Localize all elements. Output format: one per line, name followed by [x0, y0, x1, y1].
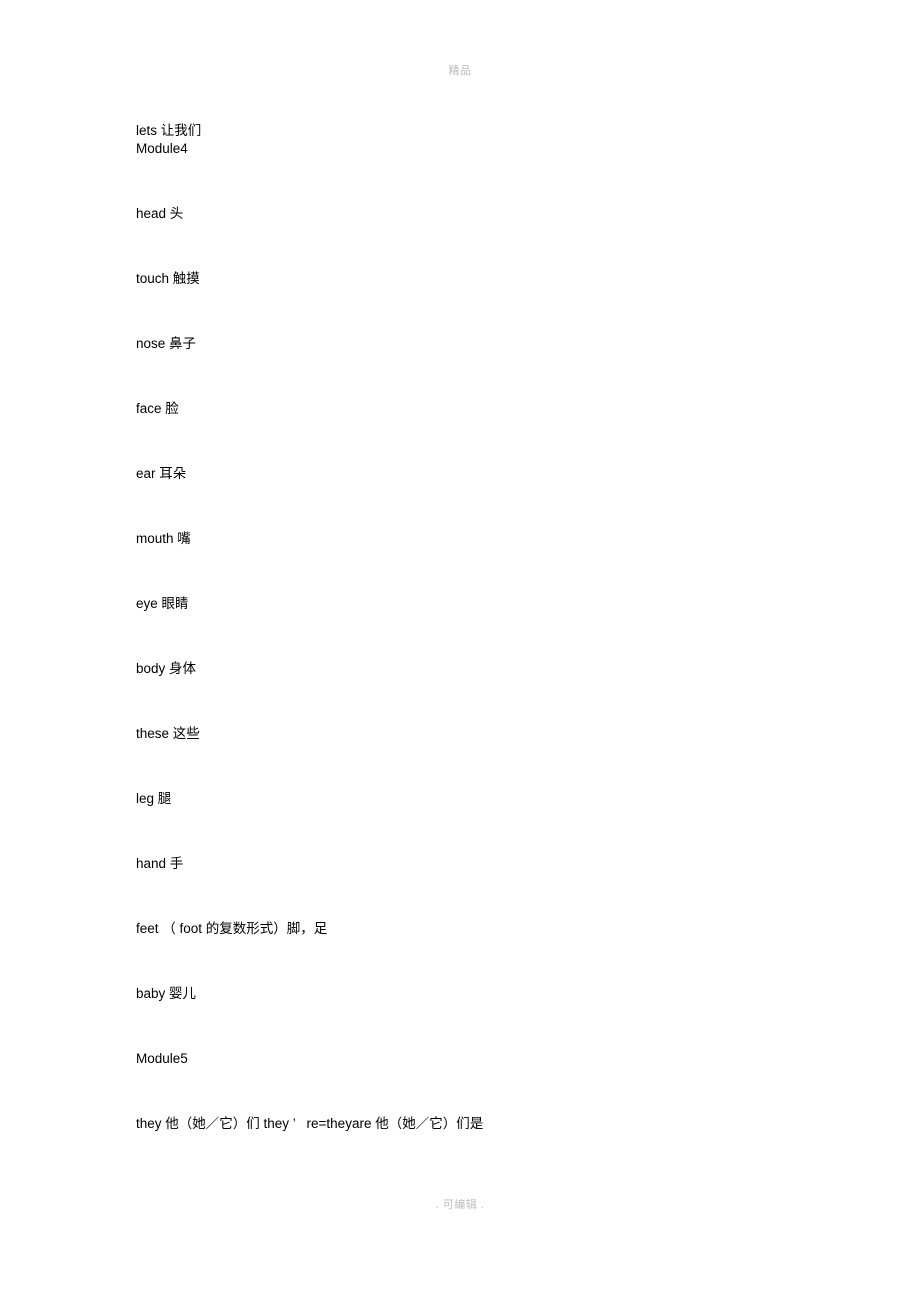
page-footer-watermark: . 可编辑 . — [435, 1199, 485, 1211]
list-item: these 这些 — [136, 726, 200, 741]
list-item: they 他（她／它）们 they ’ re=theyare 他（她／它）们是 — [136, 1116, 484, 1131]
vocabulary-list: lets 让我们 Module4 head 头 touch 触摸 nose 鼻子… — [136, 122, 836, 1180]
list-item: Module5 — [136, 1051, 188, 1066]
list-item: head 头 — [136, 206, 184, 221]
document-page: 精品 lets 让我们 Module4 head 头 touch 触摸 nose… — [0, 0, 920, 1303]
list-item: nose 鼻子 — [136, 336, 197, 351]
list-item: Module4 — [136, 141, 188, 156]
list-item: touch 触摸 — [136, 271, 200, 286]
list-item: body 身体 — [136, 661, 197, 676]
list-item: feet （ foot 的复数形式）脚，足 — [136, 921, 328, 936]
list-item: baby 婴儿 — [136, 986, 197, 1001]
list-item: face 脸 — [136, 401, 179, 416]
page-header-watermark: 精品 — [448, 65, 472, 77]
list-item: mouth 嘴 — [136, 531, 191, 546]
list-item: lets 让我们 — [136, 123, 202, 138]
list-item: eye 眼睛 — [136, 596, 189, 611]
list-item: hand 手 — [136, 856, 184, 871]
list-item: ear 耳朵 — [136, 466, 187, 481]
list-item: leg 腿 — [136, 791, 172, 806]
